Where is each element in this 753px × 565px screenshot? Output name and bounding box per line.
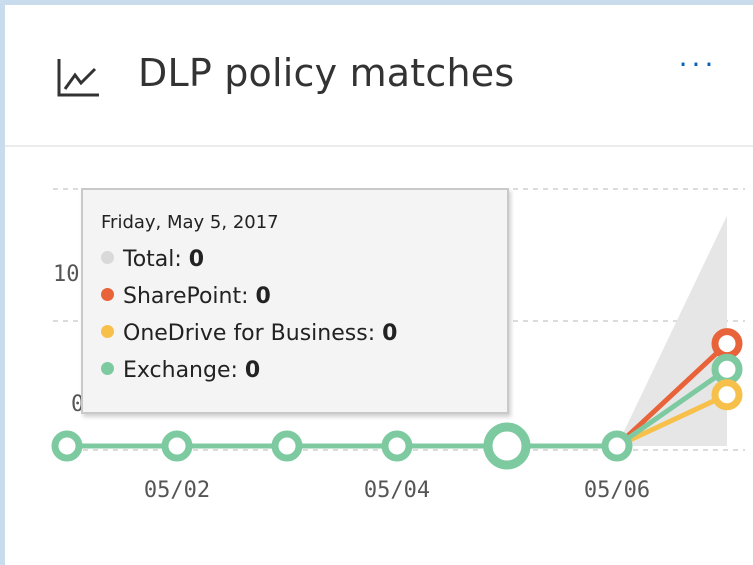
more-options-icon[interactable]: ··· — [668, 45, 728, 85]
card-header: DLP policy matches ··· — [5, 5, 753, 147]
tooltip-value: 0 — [255, 284, 271, 309]
tooltip-label: OneDrive for Business: — [123, 321, 376, 346]
total-legend-dot — [101, 251, 114, 264]
exchange-point — [711, 353, 743, 385]
tooltip-row-sharepoint: SharePoint: 0 — [101, 278, 507, 315]
onedrive-point — [711, 379, 743, 411]
data-point — [271, 430, 303, 462]
onedrive-legend-dot — [101, 325, 114, 338]
y-tick-label: 10 — [53, 262, 80, 287]
tooltip-value: 0 — [382, 321, 398, 346]
tooltip-value: 0 — [244, 358, 261, 383]
data-point — [483, 422, 531, 470]
sharepoint-point — [711, 328, 743, 360]
card-title: DLP policy matches — [138, 51, 515, 95]
tooltip-label: Exchange: — [123, 358, 238, 383]
line-chart-icon — [57, 59, 99, 97]
tooltip-row-total: Total: 0 — [101, 241, 507, 278]
tooltip-value: 0 — [188, 247, 205, 272]
exchange-legend-dot — [101, 362, 114, 375]
tooltip-row-onedrive: OneDrive for Business: 0 — [101, 315, 507, 352]
sharepoint-legend-dot — [101, 288, 114, 301]
x-tick-label: 05/02 — [144, 478, 210, 503]
chart-tooltip: Friday, May 5, 2017 Total: 0 SharePoint:… — [81, 188, 509, 414]
data-point — [601, 430, 633, 462]
x-tick-label: 05/06 — [584, 478, 650, 503]
tooltip-row-exchange: Exchange: 0 — [101, 352, 507, 389]
tooltip-date: Friday, May 5, 2017 — [101, 212, 279, 233]
x-tick-label: 05/04 — [364, 478, 430, 503]
tooltip-label: SharePoint: — [123, 284, 249, 309]
data-point — [161, 430, 193, 462]
data-point — [51, 430, 83, 462]
data-point — [381, 430, 413, 462]
dlp-policy-matches-card: DLP policy matches ··· 10 0 05/02 05/04 05/0… — [0, 0, 753, 565]
tooltip-label: Total: — [123, 247, 182, 272]
